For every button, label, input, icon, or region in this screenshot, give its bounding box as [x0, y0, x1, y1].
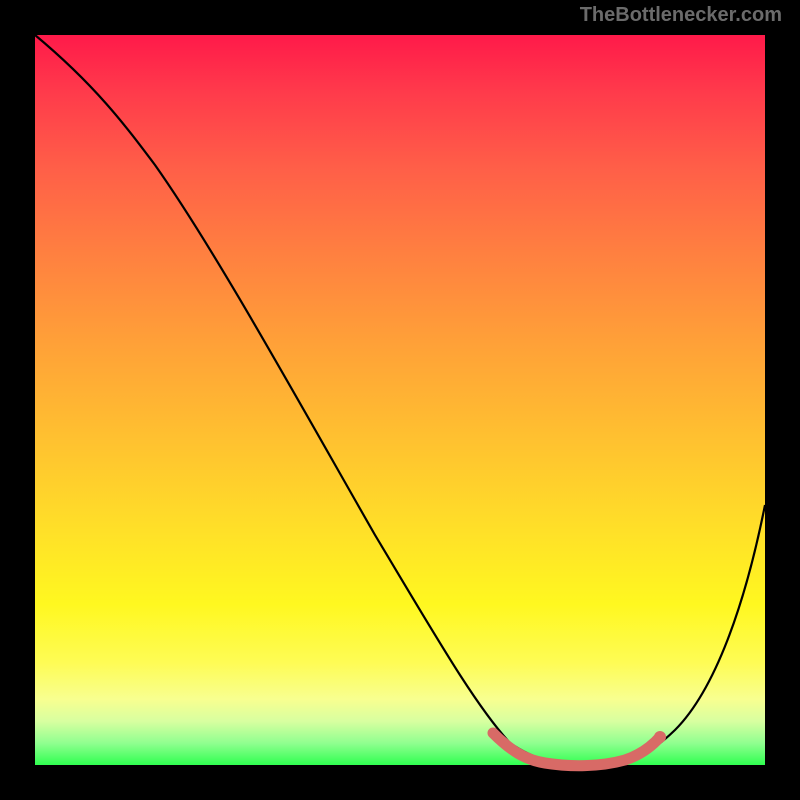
- bottleneck-curve: [35, 35, 765, 765]
- watermark-text: TheBottlenecker.com: [580, 4, 782, 27]
- curve-path: [35, 35, 765, 765]
- chart-plot-area: [35, 35, 765, 765]
- highlight-end-dot: [654, 731, 666, 743]
- optimal-range-highlight: [493, 733, 660, 766]
